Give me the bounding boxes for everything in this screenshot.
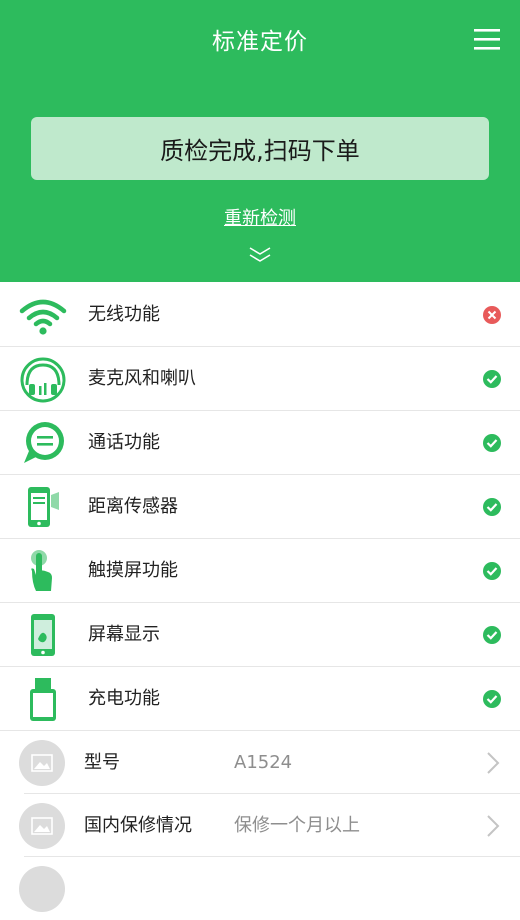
pass-icon: [483, 370, 501, 388]
check-row-call: 通话功能: [0, 411, 520, 475]
fail-icon: [483, 306, 501, 324]
scan-order-banner[interactable]: 质检完成,扫码下单: [31, 117, 489, 180]
check-label: 触摸屏功能: [88, 560, 178, 581]
image-placeholder-icon: [19, 866, 65, 912]
check-row-display: 屏幕显示: [0, 603, 520, 667]
check-row-charging: 充电功能: [0, 667, 520, 731]
proximity-sensor-icon: [28, 487, 59, 527]
info-row-model[interactable]: 型号 A1524: [0, 731, 520, 794]
check-list: 无线功能 麦克风和喇叭 通话功能 距离传感器 触摸屏功能 屏幕显示 充电功能 型…: [0, 283, 520, 920]
pass-icon: [483, 626, 501, 644]
check-row-touch: 触摸屏功能: [0, 539, 520, 603]
pass-icon: [483, 498, 501, 516]
chat-bubble-icon: [24, 422, 64, 463]
check-label: 距离传感器: [88, 496, 178, 517]
check-row-mic-speaker: 麦克风和喇叭: [0, 347, 520, 411]
chevron-right-icon[interactable]: [486, 751, 500, 775]
info-row-warranty[interactable]: 国内保修情况 保修一个月以上: [0, 794, 520, 857]
headphone-icon: [20, 357, 66, 403]
check-label: 通话功能: [88, 432, 160, 453]
check-label: 屏幕显示: [88, 624, 160, 645]
info-row-partial[interactable]: [0, 857, 520, 920]
pass-icon: [483, 690, 501, 708]
page-title: 标准定价: [212, 29, 308, 55]
info-label: 型号: [84, 752, 120, 773]
info-label: 国内保修情况: [84, 815, 192, 836]
wifi-icon: [19, 299, 67, 335]
touch-hand-icon: [31, 550, 52, 591]
pass-icon: [483, 434, 501, 452]
check-label: 无线功能: [88, 304, 160, 325]
double-chevron-down-icon[interactable]: [248, 246, 272, 264]
image-placeholder-icon: [19, 740, 65, 786]
image-placeholder-icon: [19, 803, 65, 849]
menu-icon[interactable]: [470, 26, 506, 54]
pass-icon: [483, 562, 501, 580]
phone-screen-icon: [31, 614, 55, 656]
chevron-right-icon[interactable]: [486, 814, 500, 838]
check-label: 麦克风和喇叭: [88, 368, 196, 389]
info-value: 保修一个月以上: [234, 815, 360, 836]
check-row-wifi: 无线功能: [0, 283, 520, 347]
check-row-proximity: 距离传感器: [0, 475, 520, 539]
check-label: 充电功能: [88, 688, 160, 709]
recheck-link[interactable]: 重新检测: [224, 208, 296, 229]
charger-icon: [30, 678, 56, 721]
header: 标准定价 质检完成,扫码下单 重新检测: [0, 0, 520, 282]
info-value: A1524: [234, 752, 293, 773]
